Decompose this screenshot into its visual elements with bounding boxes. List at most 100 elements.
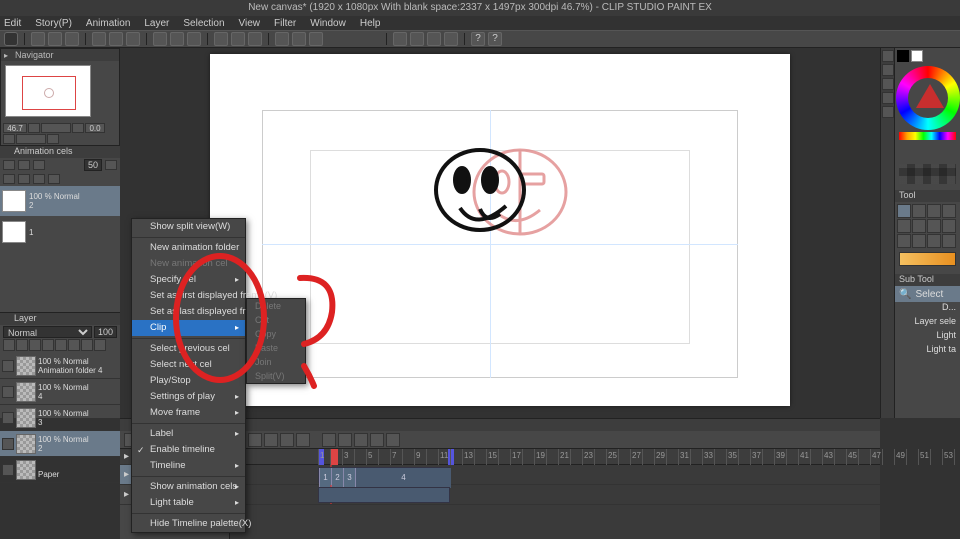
- rotate-slider[interactable]: [16, 134, 46, 144]
- help-icon[interactable]: ?: [471, 32, 485, 46]
- menu-item[interactable]: New animation folder: [132, 240, 245, 256]
- last-frame-icon[interactable]: [280, 433, 294, 447]
- layer-btn-icon[interactable]: [68, 339, 80, 351]
- tool-icon[interactable]: [897, 204, 911, 218]
- menu-filter[interactable]: Filter: [274, 18, 296, 29]
- layer-btn-icon[interactable]: [81, 339, 93, 351]
- angle-value[interactable]: 0.0: [85, 123, 105, 133]
- delete-icon[interactable]: [126, 32, 140, 46]
- menu-item[interactable]: Hide Timeline palette(X): [132, 516, 245, 532]
- new-icon[interactable]: [31, 32, 45, 46]
- zoom-value[interactable]: 46.7: [3, 123, 27, 133]
- tool-icon[interactable]: [942, 219, 956, 233]
- loop-icon[interactable]: [296, 433, 310, 447]
- menu-item[interactable]: Set as last displayed frame: [132, 304, 245, 320]
- flip-icon[interactable]: [248, 32, 262, 46]
- end-marker[interactable]: [448, 449, 454, 465]
- menu-selection[interactable]: Selection: [183, 18, 224, 29]
- opacity-stepper[interactable]: [105, 160, 117, 170]
- menu-view[interactable]: View: [239, 18, 261, 29]
- tl-opt-icon[interactable]: [370, 433, 384, 447]
- blend-mode-select[interactable]: Normal: [3, 326, 92, 338]
- layer-item[interactable]: 100 % Normal3: [0, 405, 120, 431]
- strip-icon[interactable]: [882, 50, 894, 62]
- strip-icon[interactable]: [882, 78, 894, 90]
- bg-color[interactable]: [911, 50, 923, 62]
- copy-icon[interactable]: [170, 32, 184, 46]
- menu-item[interactable]: Clip: [132, 320, 245, 336]
- rotate-icon[interactable]: [231, 32, 245, 46]
- snap-icon[interactable]: [393, 32, 407, 46]
- undo-icon[interactable]: [92, 32, 106, 46]
- visibility-icon[interactable]: [2, 464, 14, 476]
- menu-item[interactable]: Play/Stop: [132, 373, 245, 389]
- tool3-icon[interactable]: [309, 32, 323, 46]
- prop-row[interactable]: Layer sele: [895, 316, 960, 330]
- grid-icon[interactable]: [410, 32, 424, 46]
- menu-item[interactable]: Select next cel: [132, 357, 245, 373]
- cut-icon[interactable]: [153, 32, 167, 46]
- timeline-track[interactable]: 1 2 3 4: [230, 465, 880, 485]
- menu-item[interactable]: Light table: [132, 495, 245, 511]
- tool-icon[interactable]: [912, 204, 926, 218]
- prop-row[interactable]: D...: [895, 302, 960, 316]
- menu-edit[interactable]: Edit: [4, 18, 21, 29]
- tool-icon[interactable]: [897, 234, 911, 248]
- strip-icon[interactable]: [882, 64, 894, 76]
- cel-btn3-icon[interactable]: [33, 174, 45, 184]
- onion-opacity[interactable]: 50: [84, 159, 102, 171]
- tool-icon[interactable]: [927, 234, 941, 248]
- prop-row[interactable]: Light ta: [895, 344, 960, 358]
- layer-opacity[interactable]: 100: [94, 326, 117, 338]
- onion-icon[interactable]: [3, 160, 15, 170]
- tl-opt-icon[interactable]: [354, 433, 368, 447]
- layer-btn-icon[interactable]: [3, 339, 15, 351]
- zoom-slider[interactable]: [41, 123, 71, 133]
- onion2-icon[interactable]: [18, 160, 30, 170]
- cel-btn2-icon[interactable]: [18, 174, 30, 184]
- playhead[interactable]: [330, 449, 338, 465]
- layer-btn-icon[interactable]: [29, 339, 41, 351]
- visibility-icon[interactable]: [2, 412, 14, 424]
- menu-item[interactable]: Show split view(W): [132, 219, 245, 235]
- tool-icon[interactable]: [942, 204, 956, 218]
- timeline-track[interactable]: [230, 485, 880, 505]
- clip-segment[interactable]: [318, 487, 450, 503]
- layer-btn-icon[interactable]: [55, 339, 67, 351]
- tl-opt-icon[interactable]: [322, 433, 336, 447]
- rotate-left-icon[interactable]: [3, 134, 15, 144]
- layer-btn-icon[interactable]: [16, 339, 28, 351]
- tool-icon[interactable]: [942, 234, 956, 248]
- onion3-icon[interactable]: [33, 160, 45, 170]
- layer-item[interactable]: 100 % NormalAnimation folder 4: [0, 353, 120, 379]
- zoom-icon[interactable]: [214, 32, 228, 46]
- ruler-icon[interactable]: [427, 32, 441, 46]
- menu-help[interactable]: Help: [360, 18, 381, 29]
- menu-item[interactable]: Label: [132, 426, 245, 442]
- brush-preview[interactable]: [899, 252, 956, 266]
- strip-icon[interactable]: [882, 92, 894, 104]
- menu-item[interactable]: Settings of play: [132, 389, 245, 405]
- redo-icon[interactable]: [109, 32, 123, 46]
- visibility-icon[interactable]: [2, 386, 14, 398]
- fg-color[interactable]: [897, 50, 909, 62]
- subtool-item[interactable]: 🔍 Select: [895, 286, 960, 302]
- layer-item[interactable]: 100 % Normal2: [0, 431, 120, 457]
- clip-segment[interactable]: 1 2 3 4: [318, 467, 450, 483]
- menu-item[interactable]: Timeline: [132, 458, 245, 474]
- navigator-thumbnail[interactable]: [5, 65, 91, 117]
- zoom-out-icon[interactable]: [28, 123, 40, 133]
- menu-item[interactable]: Specify cel: [132, 272, 245, 288]
- layer-btn-icon[interactable]: [94, 339, 106, 351]
- tool1-icon[interactable]: [275, 32, 289, 46]
- menu-layer[interactable]: Layer: [144, 18, 169, 29]
- cel-item[interactable]: 100 % Normal 2: [0, 186, 120, 216]
- layer-item[interactable]: 100 % Normal4: [0, 379, 120, 405]
- menu-item[interactable]: Show animation cels: [132, 479, 245, 495]
- strip-icon[interactable]: [882, 106, 894, 118]
- guide-icon[interactable]: [444, 32, 458, 46]
- clip-studio-icon[interactable]: [4, 32, 18, 46]
- visibility-icon[interactable]: [2, 438, 14, 450]
- rotate-right-icon[interactable]: [47, 134, 59, 144]
- layer-item[interactable]: Paper: [0, 457, 120, 483]
